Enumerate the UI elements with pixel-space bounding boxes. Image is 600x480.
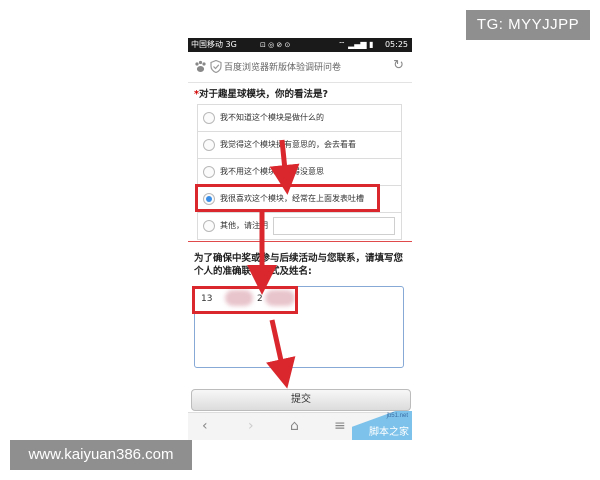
page-title: 百度浏览器新版体验调研问卷: [224, 63, 342, 73]
radio-button[interactable]: [203, 112, 215, 124]
option-label: 我不知道这个模块是做什么的: [220, 113, 324, 122]
option-label: 我不用这个模块，觉得没意思: [220, 167, 324, 176]
option-list: 我不知道这个模块是做什么的 我觉得这个模块挺有意思的，会去看看 我不用这个模块，…: [197, 104, 402, 240]
radio-button[interactable]: [203, 166, 215, 178]
watermark-bottom: www.kaiyuan386.com: [10, 440, 192, 470]
back-icon[interactable]: ‹: [202, 418, 208, 434]
option-2[interactable]: 我不用这个模块，觉得没意思: [197, 158, 402, 185]
question-text: 对于趣星球模块，你的看法是?: [198, 89, 328, 100]
option-1[interactable]: 我觉得这个模块挺有意思的，会去看看: [197, 131, 402, 158]
submit-button[interactable]: 提交: [191, 389, 411, 411]
highlight-box-selected-option: [195, 184, 380, 212]
watermark-name: 脚本之家: [369, 427, 409, 438]
refresh-icon[interactable]: ↻: [393, 58, 404, 73]
carrier-label: 中国移动 3G: [191, 40, 237, 49]
contact-question: 为了确保中奖或参与后续活动与您联系，请填写您个人的准确联系方式及姓名:: [194, 253, 404, 277]
menu-icon[interactable]: ≡: [334, 418, 346, 434]
forward-icon[interactable]: ›: [248, 418, 254, 434]
other-text-input[interactable]: [273, 217, 395, 235]
section-divider: [188, 241, 412, 242]
clock: 05:25: [384, 40, 408, 49]
phone-screen: 中国移动 3G ⊡ ◎ ⊘ ⊙ ⌔ ▂▄▆ ▮ 05:25 百度浏览器新版体验调…: [188, 38, 412, 440]
option-0[interactable]: 我不知道这个模块是做什么的: [197, 104, 402, 131]
browser-navbar: ‹ › ⌂ ≡ jb51.net 脚本之家: [188, 411, 412, 440]
shield-icon: [210, 60, 222, 73]
signal-icon: ⌔ ▂▄▆ ▮: [338, 40, 374, 49]
highlight-box-contact: [192, 286, 298, 314]
watermark-url: jb51.net: [386, 413, 408, 419]
notification-icons: ⊡ ◎ ⊘ ⊙: [260, 41, 291, 49]
radio-button[interactable]: [203, 220, 215, 232]
status-bar: 中国移动 3G ⊡ ◎ ⊘ ⊙ ⌔ ▂▄▆ ▮ 05:25: [188, 38, 412, 52]
option-label: 其他，请注明: [220, 221, 268, 230]
site-logo-watermark: jb51.net 脚本之家: [352, 411, 412, 440]
home-icon[interactable]: ⌂: [290, 418, 299, 434]
option-label: 我觉得这个模块挺有意思的，会去看看: [220, 140, 356, 149]
watermark-top: TG: MYYJJPP: [466, 10, 590, 40]
option-4[interactable]: 其他，请注明: [197, 212, 402, 240]
question-title: *对于趣星球模块，你的看法是?: [194, 86, 328, 100]
radio-button[interactable]: [203, 139, 215, 151]
baidu-paw-icon: [195, 60, 206, 72]
browser-titlebar: 百度浏览器新版体验调研问卷 ↻: [188, 52, 412, 83]
